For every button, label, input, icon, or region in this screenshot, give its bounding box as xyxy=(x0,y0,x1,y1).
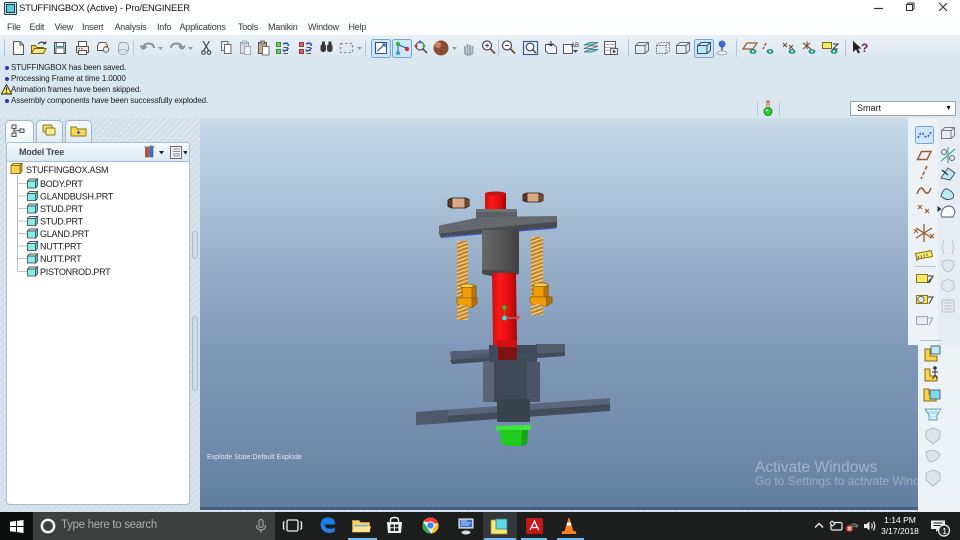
svg-text:?: ? xyxy=(861,41,868,55)
svg-text:NUTT.PRT: NUTT.PRT xyxy=(40,254,82,264)
svg-text:1: 1 xyxy=(942,526,947,536)
svg-text:GLANDBUSH.PRT: GLANDBUSH.PRT xyxy=(40,192,114,202)
svg-text:BODY.PRT: BODY.PRT xyxy=(40,179,83,189)
svg-text:STUD.PRT: STUD.PRT xyxy=(40,217,84,227)
svg-text:AB: AB xyxy=(571,43,579,49)
svg-text:PISTONROD.PRT: PISTONROD.PRT xyxy=(40,267,111,277)
svg-text:NUTT.PRT: NUTT.PRT xyxy=(40,242,82,252)
svg-text:GLAND.PRT: GLAND.PRT xyxy=(40,229,90,239)
svg-text:STUD.PRT: STUD.PRT xyxy=(40,204,84,214)
svg-text:STUFFINGBOX.ASM: STUFFINGBOX.ASM xyxy=(26,165,108,175)
